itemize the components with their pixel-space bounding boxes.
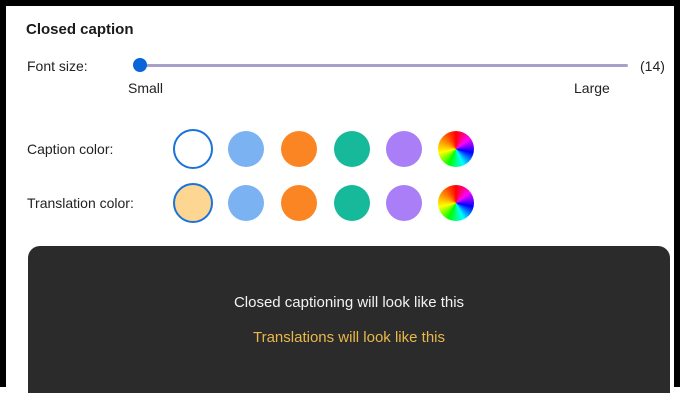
translation-color-swatch-orange[interactable] <box>281 185 317 221</box>
font-size-min-label: Small <box>128 80 164 96</box>
caption-color-swatch-orange[interactable] <box>281 131 317 167</box>
closed-caption-panel: Closed caption Font size: (14) Small Lar… <box>0 0 680 393</box>
caption-color-swatch-white[interactable] <box>173 129 213 169</box>
preview-caption-text: Closed captioning will look like this <box>233 294 465 311</box>
font-size-max-label: Large <box>574 80 610 96</box>
caption-color-swatch-blue[interactable] <box>228 131 264 167</box>
font-size-slider-thumb[interactable] <box>133 58 147 72</box>
translation-color-swatch-yellow[interactable] <box>173 183 213 223</box>
translation-color-swatch-teal[interactable] <box>334 185 370 221</box>
caption-color-swatch-teal[interactable] <box>334 131 370 167</box>
font-size-value: (14) <box>640 58 665 74</box>
translation-color-swatch-blue[interactable] <box>228 185 264 221</box>
caption-preview-box: Closed captioning will look like this Tr… <box>28 246 670 393</box>
caption-color-swatch-purple[interactable] <box>386 131 422 167</box>
translation-color-label: Translation color: <box>27 195 134 211</box>
font-size-label: Font size: <box>27 58 88 74</box>
translation-color-swatch-custom[interactable] <box>438 185 474 221</box>
translation-color-swatch-purple[interactable] <box>386 185 422 221</box>
preview-translation-text: Translations will look like this <box>252 329 445 346</box>
section-title: Closed caption <box>26 21 134 38</box>
font-size-slider-track[interactable] <box>140 64 628 67</box>
caption-color-label: Caption color: <box>27 141 114 157</box>
caption-color-swatch-custom[interactable] <box>438 131 474 167</box>
